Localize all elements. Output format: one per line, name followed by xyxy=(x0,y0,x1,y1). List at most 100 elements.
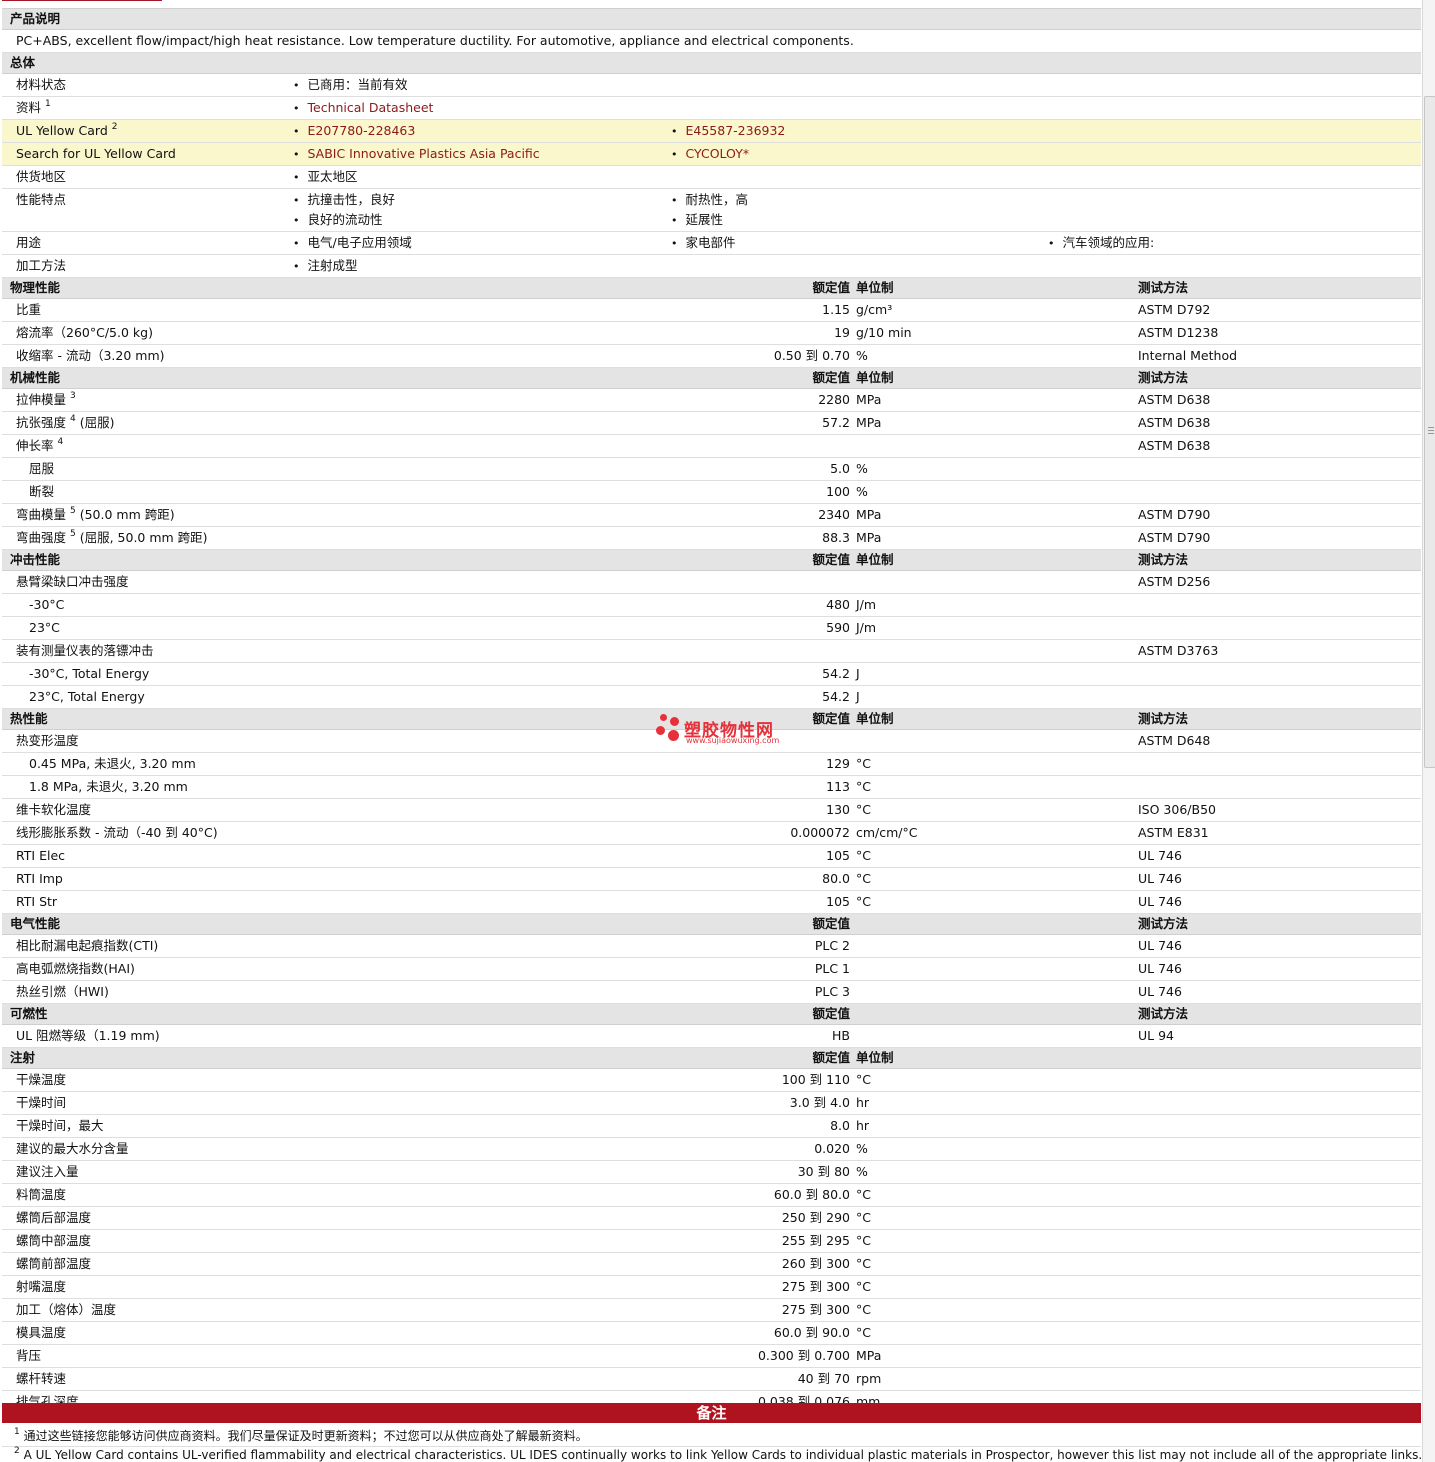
section-header-injection: 注射 额定值 单位制 xyxy=(2,1048,1421,1069)
row-label: 用途 xyxy=(16,235,42,250)
active-tab-marker xyxy=(2,0,162,1)
property-row: 弯曲强度 5 (屈服, 50.0 mm 跨距) 88.3 MPa ASTM D790 xyxy=(2,527,1421,550)
property-value: 88.3 xyxy=(822,530,850,545)
section-title: 可燃性 xyxy=(10,1006,48,1021)
property-unit: hr xyxy=(856,1118,870,1133)
description-text: PC+ABS, excellent flow/impact/high heat … xyxy=(16,33,854,48)
property-row: 23°C, Total Energy 54.2 J xyxy=(2,686,1421,709)
property-row: 背压 0.300 到 0.700 MPa xyxy=(2,1345,1421,1368)
general-row-status: 材料状态 已商用：当前有效 xyxy=(2,74,1421,97)
property-label: 干燥温度 xyxy=(16,1072,67,1087)
property-row: RTI Elec 105 °C UL 746 xyxy=(2,845,1421,868)
row-value: 汽车领域的应用: xyxy=(1048,232,1155,255)
property-label: 干燥时间，最大 xyxy=(16,1118,104,1133)
mechanical-rows: 拉伸模量 3 2280 MPa ASTM D638 抗张强度 4 (屈服) 57.2 MPa… xyxy=(2,389,1421,550)
property-row: 装有测量仪表的落镖冲击 ASTM D3763 xyxy=(2,640,1421,663)
property-row: 螺筒后部温度 250 到 290 °C xyxy=(2,1207,1421,1230)
property-label: RTI Elec xyxy=(16,848,66,863)
property-test-method: UL 746 xyxy=(1138,961,1182,976)
footnote-ref: 4 xyxy=(57,437,64,447)
vertical-scrollbar[interactable] xyxy=(1422,0,1435,1462)
property-unit: g/cm³ xyxy=(856,302,893,317)
ul-search-link-supplier[interactable]: SABIC Innovative Plastics Asia Pacific xyxy=(308,146,540,161)
watermark-url: www.sujiaowuxing.com xyxy=(686,736,780,745)
property-unit: MPa xyxy=(856,392,882,407)
property-label: 0.45 MPa, 未退火, 3.20 mm xyxy=(29,756,196,771)
property-value: 260 到 300 xyxy=(781,1256,850,1271)
property-unit: MPa xyxy=(856,415,882,430)
property-test-method: ASTM D790 xyxy=(1138,530,1211,545)
property-unit: cm/cm/°C xyxy=(856,825,918,840)
property-label: 螺筒中部温度 xyxy=(16,1233,92,1248)
col-nominal: 额定值 xyxy=(812,280,850,295)
row-value: 良好的流动性 xyxy=(293,209,383,232)
property-value: 60.0 到 90.0 xyxy=(773,1325,850,1340)
property-value: 2280 xyxy=(818,392,850,407)
property-value: 54.2 xyxy=(822,666,850,681)
property-row: 射嘴温度 275 到 300 °C xyxy=(2,1276,1421,1299)
property-unit: g/10 min xyxy=(856,325,912,340)
property-unit: J xyxy=(856,689,860,704)
description-row: PC+ABS, excellent flow/impact/high heat … xyxy=(2,30,1421,53)
property-value: 590 xyxy=(826,620,850,635)
row-label: 性能特点 xyxy=(16,192,67,207)
property-label: RTI Imp xyxy=(16,871,63,886)
property-row: 弯曲模量 5 (50.0 mm 跨距) 2340 MPa ASTM D790 xyxy=(2,504,1421,527)
property-row: -30°C, Total Energy 54.2 J xyxy=(2,663,1421,686)
ul-card-item: E207780-228463 xyxy=(293,120,416,143)
property-row: 建议注入量 30 到 80% xyxy=(2,1161,1421,1184)
property-unit: °C xyxy=(856,1233,871,1248)
property-row: 干燥时间，最大 8.0 hr xyxy=(2,1115,1421,1138)
property-unit: °C xyxy=(856,1302,871,1317)
property-label: 高电弧燃烧指数(HAI) xyxy=(16,961,135,976)
property-value: 0.000072 xyxy=(790,825,850,840)
row-label: 供货地区 xyxy=(16,169,67,184)
ul-card-link-b[interactable]: E45587-236932 xyxy=(686,123,786,138)
col-test: 测试方法 xyxy=(1138,370,1189,385)
property-row: 相比耐漏电起痕指数(CTI) PLC 2 UL 746 xyxy=(2,935,1421,958)
property-unit: % xyxy=(856,461,868,476)
property-test-method: ASTM D792 xyxy=(1138,302,1211,317)
property-test-method: ASTM D3763 xyxy=(1138,643,1219,658)
property-label: 熔流率（260°C/5.0 kg) xyxy=(16,325,153,340)
section-title: 机械性能 xyxy=(10,370,61,385)
col-nominal: 额定值 xyxy=(812,916,850,931)
ul-search-link-brand[interactable]: CYCOLOY* xyxy=(686,146,750,161)
property-unit: MPa xyxy=(856,530,882,545)
property-value: 275 到 300 xyxy=(781,1279,850,1294)
property-value: PLC 3 xyxy=(814,984,850,999)
property-label: 加工（熔体）温度 xyxy=(16,1302,117,1317)
property-label: 螺筒后部温度 xyxy=(16,1210,92,1225)
row-label: 加工方法 xyxy=(16,258,67,273)
property-unit: °C xyxy=(856,848,871,863)
scrollbar-thumb[interactable] xyxy=(1424,96,1435,768)
property-row: 熔流率（260°C/5.0 kg) 19 g/10 min ASTM D1238 xyxy=(2,322,1421,345)
general-row-features: 性能特点 抗撞击性，良好 良好的流动性 耐热性，高 延展性 xyxy=(2,189,1421,232)
ul-card-link-a[interactable]: E207780-228463 xyxy=(308,123,416,138)
footnote-1: 1 通过这些链接您能够访问供应商资料。我们尽量保证及时更新资料；不过您可以从供应… xyxy=(14,1427,588,1444)
section-title: 总体 xyxy=(10,55,36,70)
row-value: 已商用：当前有效 xyxy=(293,74,408,97)
property-label: 螺杆转速 xyxy=(16,1371,67,1386)
general-row-ul-yellow-card: UL Yellow Card 2 E207780-228463 E45587-2… xyxy=(2,120,1421,143)
ul-search-item: SABIC Innovative Plastics Asia Pacific xyxy=(293,143,540,166)
property-label: 模具温度 xyxy=(16,1325,67,1340)
property-value: 2340 xyxy=(818,507,850,522)
property-row: 1.8 MPa, 未退火, 3.20 mm 113 °C xyxy=(2,776,1421,799)
technical-datasheet-link[interactable]: Technical Datasheet xyxy=(308,100,434,115)
property-value: 1.15 xyxy=(822,302,850,317)
property-unit: J/m xyxy=(856,620,877,635)
property-label: 建议的最大水分含量 xyxy=(16,1141,129,1156)
property-label: 断裂 xyxy=(29,484,55,499)
property-unit: °C xyxy=(856,871,871,886)
property-label: 23°C xyxy=(29,620,60,635)
col-unit: 单位制 xyxy=(856,711,894,726)
property-label: 料筒温度 xyxy=(16,1187,67,1202)
property-unit: °C xyxy=(856,779,871,794)
general-row-processing: 加工方法 注射成型 xyxy=(2,255,1421,278)
property-test-method: ASTM D790 xyxy=(1138,507,1211,522)
notes-band: 备注 xyxy=(2,1403,1421,1423)
general-row-ul-search: Search for UL Yellow Card SABIC Innovati… xyxy=(2,143,1421,166)
property-unit: °C xyxy=(856,1187,871,1202)
property-row: 螺筒中部温度 255 到 295 °C xyxy=(2,1230,1421,1253)
